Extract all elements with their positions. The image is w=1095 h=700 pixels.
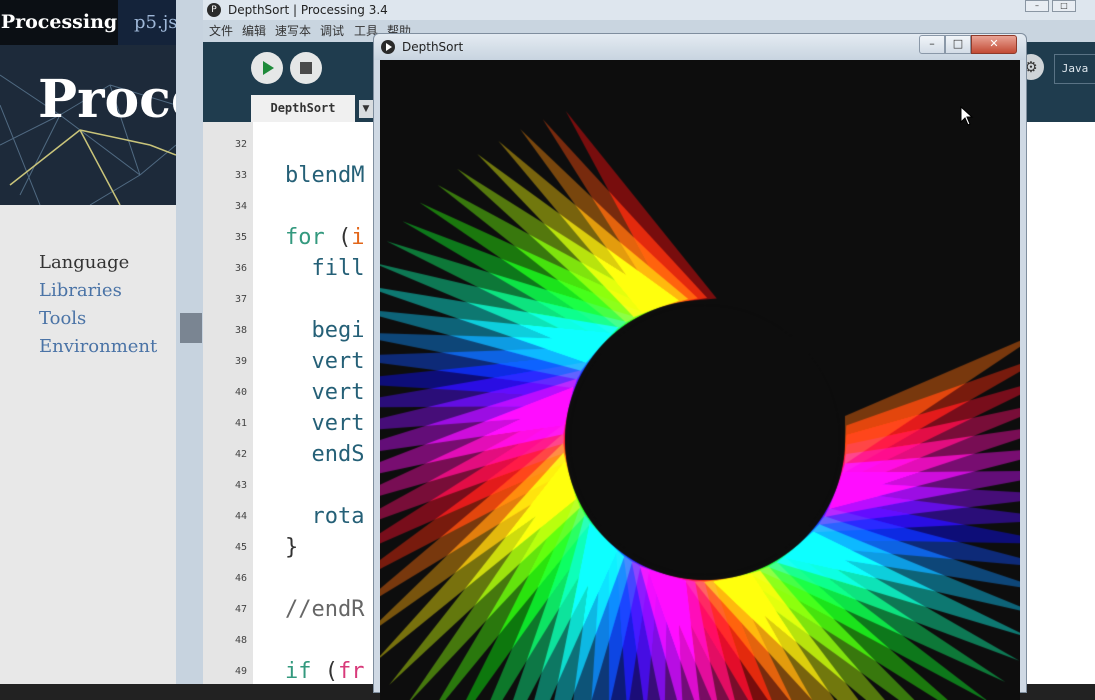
line-number: 48 — [234, 635, 247, 646]
code-text: if (fr — [285, 659, 365, 684]
line-number: 43 — [234, 480, 247, 491]
menu-file[interactable]: 文件 — [209, 20, 233, 42]
line-number: 32 — [234, 139, 247, 150]
banner-title: Proce — [38, 69, 176, 130]
ide-maximize-button[interactable]: □ — [1052, 0, 1076, 12]
code-text: blendM — [285, 163, 365, 188]
sketch-window: DepthSort – □ ✕ — [373, 33, 1027, 700]
sketch-titlebar[interactable]: DepthSort – □ ✕ — [374, 34, 1026, 60]
mouse-pointer-icon — [960, 106, 974, 126]
code-text: vert — [285, 349, 365, 374]
sketch-maximize-button[interactable]: □ — [945, 35, 971, 54]
line-number: 36 — [234, 263, 247, 274]
code-text: fill — [285, 256, 365, 281]
code-text: //endR — [285, 597, 365, 622]
menu-debug[interactable]: 调试 — [320, 20, 344, 42]
line-number: 35 — [234, 232, 247, 243]
ide-window-title: DepthSort | Processing 3.4 — [228, 3, 388, 17]
menu-sketch[interactable]: 速写本 — [275, 20, 311, 42]
menu-item-language[interactable]: Language — [39, 249, 157, 277]
line-number: 40 — [234, 387, 247, 398]
line-number: 38 — [234, 325, 247, 336]
sketch-close-button[interactable]: ✕ — [971, 35, 1017, 54]
sketch-app-icon — [381, 40, 395, 54]
menu-item-tools[interactable]: Tools — [39, 305, 157, 333]
tab-depthsort[interactable]: DepthSort — [251, 95, 355, 122]
line-number: 49 — [234, 666, 247, 677]
site-banner: Proce — [0, 45, 176, 205]
menu-item-libraries[interactable]: Libraries — [39, 277, 157, 305]
sketch-canvas[interactable] — [380, 60, 1020, 700]
line-number: 46 — [234, 573, 247, 584]
line-number: 42 — [234, 449, 247, 460]
menu-item-environment[interactable]: Environment — [39, 333, 157, 361]
code-text: begi — [285, 318, 365, 343]
browser-window: Processing p5.js Proce Language Librarie… — [0, 0, 176, 684]
stop-button[interactable] — [290, 52, 322, 84]
line-number: 33 — [234, 170, 247, 181]
code-text: } — [285, 535, 299, 560]
code-text: vert — [285, 380, 365, 405]
code-text: vert — [285, 411, 365, 436]
menu-edit[interactable]: 编辑 — [242, 20, 266, 42]
line-number: 41 — [234, 418, 247, 429]
sketch-minimize-button[interactable]: – — [919, 35, 945, 54]
sketch-window-title: DepthSort — [402, 40, 464, 54]
nav-p5-link[interactable]: p5.js — [118, 0, 176, 45]
processing-app-icon: P — [207, 3, 221, 17]
code-text: endS — [285, 442, 365, 467]
ide-titlebar: P DepthSort | Processing 3.4 – □ — [203, 0, 1095, 20]
run-button[interactable] — [251, 52, 283, 84]
depthsort-render — [380, 60, 1020, 700]
line-number: 39 — [234, 356, 247, 367]
ide-minimize-button[interactable]: – — [1025, 0, 1049, 12]
line-number: 37 — [234, 294, 247, 305]
line-number: 44 — [234, 511, 247, 522]
nav-processing-link[interactable]: Processing — [0, 0, 118, 45]
site-sidebar-menu: Language Libraries Tools Environment — [39, 249, 157, 361]
line-number: 34 — [234, 201, 247, 212]
line-number: 47 — [234, 604, 247, 615]
code-text: rota — [285, 504, 365, 529]
tab-menu-arrow-icon[interactable]: ▼ — [359, 100, 373, 118]
mode-selector[interactable]: Java — [1054, 54, 1095, 84]
site-nav: Processing p5.js — [0, 0, 176, 45]
code-text: for (i — [285, 225, 365, 250]
line-number: 45 — [234, 542, 247, 553]
